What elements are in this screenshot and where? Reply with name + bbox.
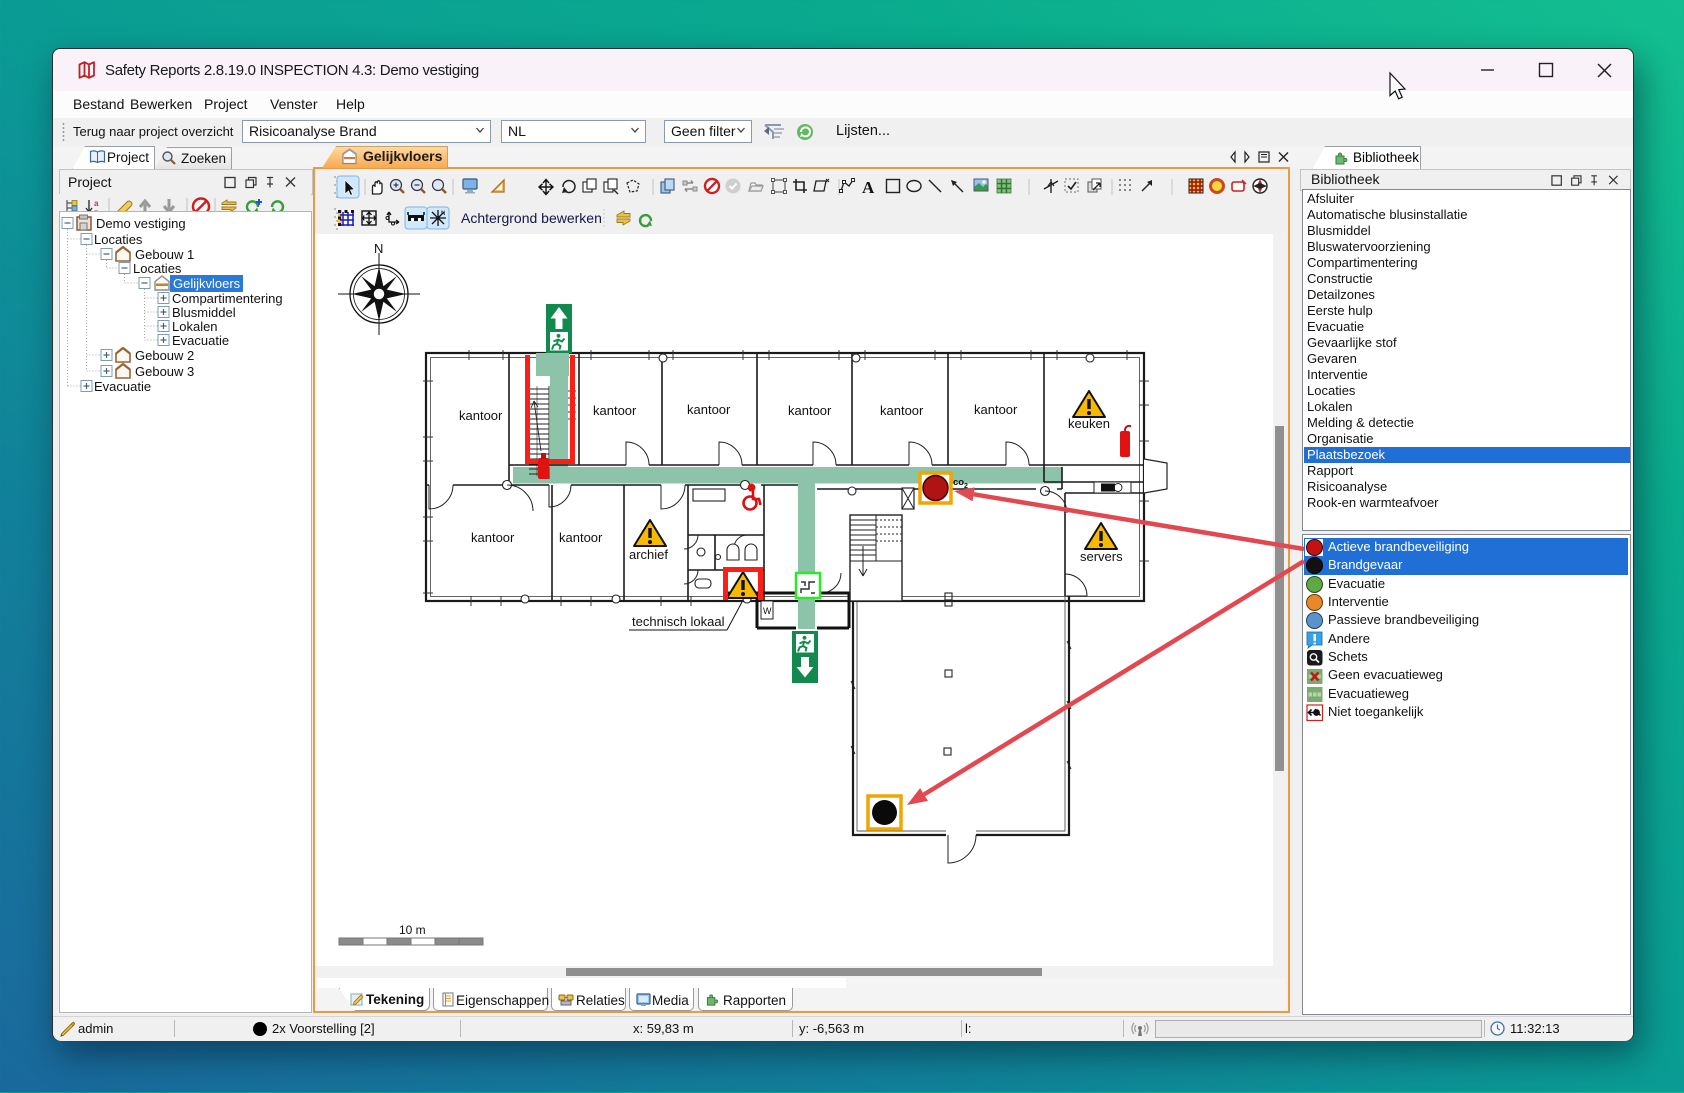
svg-text:kantoor: kantoor <box>471 530 515 545</box>
svg-text:kantoor: kantoor <box>559 530 603 545</box>
svg-text:W: W <box>763 606 772 616</box>
svg-text:kantoor: kantoor <box>687 402 731 417</box>
svg-text:servers: servers <box>1080 549 1123 564</box>
svg-text:Achtergrond bewerken: Achtergrond bewerken <box>461 210 602 226</box>
svg-text:kantoor: kantoor <box>880 403 924 418</box>
svg-text:technisch lokaal: technisch lokaal <box>632 614 725 629</box>
svg-text:kantoor: kantoor <box>788 403 832 418</box>
svg-text:2: 2 <box>964 483 968 490</box>
svg-text:10 m: 10 m <box>399 923 426 937</box>
svg-text:N: N <box>441 211 445 217</box>
svg-text:co: co <box>953 477 964 488</box>
svg-text:N: N <box>374 241 383 256</box>
svg-text:kantoor: kantoor <box>459 408 503 423</box>
svg-text:kantoor: kantoor <box>974 402 1018 417</box>
svg-text:keuken: keuken <box>1068 416 1110 431</box>
svg-text:kantoor: kantoor <box>593 403 637 418</box>
svg-text:archief: archief <box>629 547 668 562</box>
svg-text:A: A <box>862 178 875 197</box>
svg-text:a: a <box>94 199 99 208</box>
